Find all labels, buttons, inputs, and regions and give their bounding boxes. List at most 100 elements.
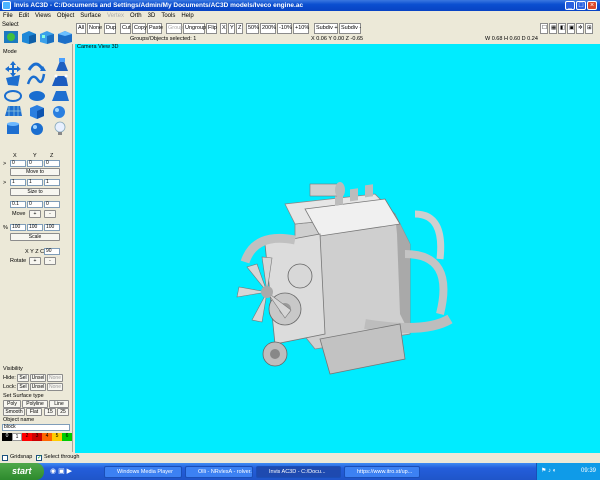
menu-tools[interactable]: Tools [158, 11, 178, 21]
maximize-button[interactable]: □ [576, 1, 586, 10]
select-cubes-icon[interactable] [2, 30, 74, 44]
3d-viewport[interactable] [75, 44, 600, 453]
view-icon-1[interactable]: ☐ [540, 23, 548, 34]
group-button[interactable]: Group [166, 23, 183, 34]
zoom-50-button[interactable]: 50% [246, 23, 259, 34]
scale-z-field[interactable]: 100 [44, 224, 60, 231]
hide-none-button[interactable]: None [47, 374, 63, 382]
ie-icon[interactable]: ◉ [50, 468, 56, 475]
poly-button[interactable]: Poly [3, 400, 21, 408]
move-to-button[interactable]: Move to [10, 168, 60, 176]
palette-swatch-4[interactable]: 4 [42, 433, 52, 441]
move-step-z-field[interactable]: 0 [44, 201, 60, 208]
surface-type-label: Set Surface type [3, 393, 44, 399]
polyline-button[interactable]: Polyline [22, 400, 48, 408]
all-button[interactable]: All [76, 23, 86, 34]
desktop-icon[interactable]: ▣ [58, 468, 65, 475]
palette-swatch-5[interactable]: 5 [52, 433, 62, 441]
palette-swatch-2[interactable]: 2 [22, 433, 32, 441]
tray-icons[interactable]: ⚑ ♪ ◐ [541, 463, 556, 480]
flip-x-button[interactable]: X [220, 23, 227, 34]
crease-25-button[interactable]: 25 [57, 408, 69, 416]
flat-button[interactable]: Flat [26, 408, 42, 416]
menu-file[interactable]: File [0, 11, 16, 21]
rotate-angle-field[interactable]: 90 [44, 248, 60, 255]
select-through-checkbox[interactable]: ✓ [36, 455, 42, 461]
view-icon-4[interactable]: ▣ [567, 23, 575, 34]
engine-model [236, 182, 453, 375]
palette-swatch-3[interactable]: 3 [32, 433, 42, 441]
move-y-field[interactable]: 0 [27, 160, 43, 167]
scale-tool-icon [56, 58, 68, 71]
task-windows-media-player[interactable]: Windows Media Player [104, 466, 182, 478]
box-tool-icon [30, 105, 44, 119]
flip-z-button[interactable]: Z [236, 23, 243, 34]
paste-button[interactable]: Paste [147, 23, 163, 34]
object-name-field[interactable]: block [2, 424, 70, 431]
menu-help[interactable]: Help [178, 11, 196, 21]
minimize-button[interactable]: _ [565, 1, 575, 10]
move-minus-button[interactable]: - [44, 210, 56, 218]
menu-views[interactable]: Views [32, 11, 54, 21]
task-browser-window[interactable]: Olli - NRvlesA - rolver... [185, 466, 253, 478]
zoom-200-button[interactable]: 200% [260, 23, 276, 34]
size-to-button[interactable]: Size to [10, 188, 60, 196]
task-web-window[interactable]: https://www.itro.st/up... [344, 466, 420, 478]
palette-swatch-0[interactable]: 0 [2, 433, 12, 441]
menu-orth[interactable]: Orth [127, 11, 145, 21]
color-palette: 0 1 2 3 4 5 6 [2, 433, 72, 441]
cut-button[interactable]: Cut [120, 23, 131, 34]
view-icon-3[interactable]: ◧ [558, 23, 566, 34]
zoom-plus10-button[interactable]: +10% [293, 23, 309, 34]
view-icon-2[interactable]: ▦ [549, 23, 557, 34]
view-icon-5[interactable]: ✲ [576, 23, 584, 34]
palette-swatch-1[interactable]: 1 [12, 433, 22, 441]
rotate-axes-selector[interactable]: X Y Z C [25, 249, 44, 255]
size-arrow-icon: > [3, 180, 7, 186]
view-icon-6[interactable]: ⊞ [585, 23, 593, 34]
task-ac3d[interactable]: Invis AC3D - C:/Docu... [256, 466, 341, 478]
scale-x-field[interactable]: 100 [10, 224, 26, 231]
none-button[interactable]: None [87, 23, 102, 34]
move-x-field[interactable]: 0 [10, 160, 26, 167]
menu-surface[interactable]: Surface [77, 11, 104, 21]
zoom-minus10-button[interactable]: -10% [277, 23, 292, 34]
line-button[interactable]: Line [49, 400, 69, 408]
flip-button[interactable]: Flip [206, 23, 217, 34]
mode-tools-grid[interactable] [2, 58, 72, 154]
lock-sel-button[interactable]: Sel [17, 383, 29, 391]
select-mode-icons [2, 30, 74, 44]
hide-sel-button[interactable]: Sel [17, 374, 29, 382]
scale-y-field[interactable]: 100 [27, 224, 43, 231]
lock-none-button[interactable]: None [47, 383, 63, 391]
size-z-field[interactable]: 1 [44, 179, 60, 186]
move-plus-button[interactable]: + [29, 210, 41, 218]
menu-3d[interactable]: 3D [145, 11, 159, 21]
palette-swatch-6[interactable]: 6 [62, 433, 72, 441]
move-z-field[interactable]: 0 [44, 160, 60, 167]
lock-unsel-button[interactable]: Unsel [30, 383, 46, 391]
move-step-x-field[interactable]: 0.1 [10, 201, 26, 208]
move-step-y-field[interactable]: 0 [27, 201, 43, 208]
menu-vertex[interactable]: Vertex [104, 11, 127, 21]
dup-button[interactable]: Dup [104, 23, 116, 34]
hide-unsel-button[interactable]: Unsel [30, 374, 46, 382]
rotate-plus-button[interactable]: + [29, 257, 41, 265]
menu-edit[interactable]: Edit [16, 11, 32, 21]
size-x-field[interactable]: 1 [10, 179, 26, 186]
smooth-button[interactable]: Smooth [3, 408, 25, 416]
rotate-minus-button[interactable]: - [44, 257, 56, 265]
flip-y-button[interactable]: Y [228, 23, 235, 34]
scale-button[interactable]: Scale [10, 233, 60, 241]
subdiv-plus-button[interactable]: Subdiv + [314, 23, 338, 34]
ungroup-button[interactable]: Ungroup [183, 23, 206, 34]
crease-15-button[interactable]: 15 [44, 408, 56, 416]
menu-object[interactable]: Object [54, 11, 77, 21]
gridsnap-checkbox[interactable] [2, 455, 8, 461]
media-icon[interactable]: ▶ [67, 468, 72, 475]
start-button[interactable]: start [0, 463, 44, 480]
size-y-field[interactable]: 1 [27, 179, 43, 186]
close-button[interactable]: × [587, 1, 597, 10]
subdiv-minus-button[interactable]: Subdiv - [339, 23, 361, 34]
copy-button[interactable]: Copy [132, 23, 147, 34]
